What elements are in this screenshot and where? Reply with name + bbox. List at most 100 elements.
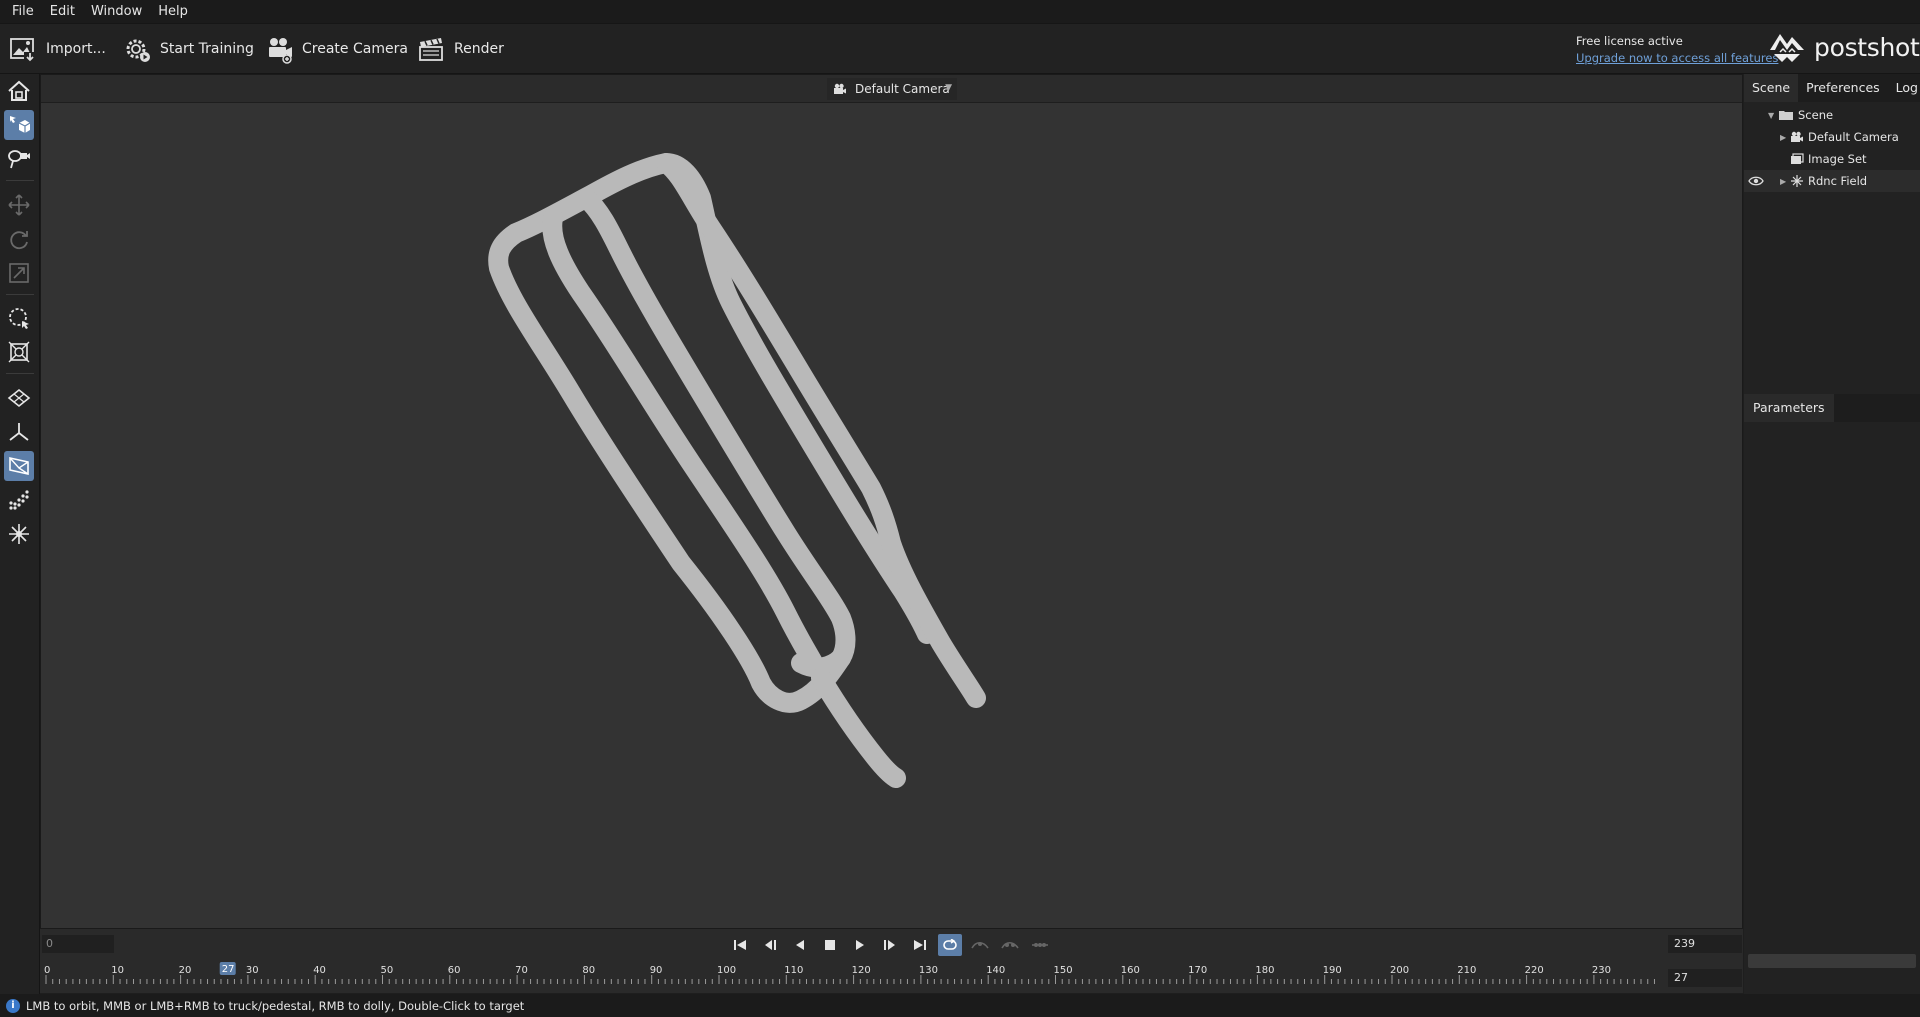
grid-toggle[interactable] — [4, 383, 34, 413]
tab-preferences[interactable]: Preferences — [1798, 74, 1888, 102]
home-tool[interactable] — [4, 76, 34, 106]
camera-icon — [1791, 131, 1803, 142]
timeline-tick-label: 10 — [111, 965, 124, 976]
image-stack-icon — [1791, 153, 1804, 164]
step-forward-button[interactable] — [878, 934, 902, 956]
postshot-logo: postshot — [1768, 30, 1920, 64]
jump-to-start-button[interactable] — [728, 934, 752, 956]
rotate-tool[interactable] — [4, 224, 34, 254]
move-tool[interactable] — [4, 190, 34, 220]
expand-triangle-icon[interactable]: ▼ — [1768, 111, 1778, 120]
point-cloud-toggle[interactable] — [4, 485, 34, 515]
rotate-icon — [10, 231, 28, 250]
tab-log[interactable]: Log — [1888, 74, 1920, 102]
step-back-icon — [765, 940, 776, 950]
camera-path-option-3[interactable] — [1028, 934, 1052, 956]
timeline-tick-label: 70 — [515, 965, 528, 976]
scale-icon — [9, 263, 29, 283]
tree-item-default-camera[interactable]: ▶ Default Camera — [1744, 126, 1920, 148]
stop-icon — [825, 940, 835, 950]
camera-frustum-toggle[interactable] — [4, 451, 34, 481]
timeline-tick-label: 80 — [582, 965, 595, 976]
timeline-tick-label: 150 — [1054, 965, 1073, 976]
play-icon — [856, 940, 864, 950]
point-cloud-icon — [9, 490, 29, 510]
collapse-triangle-icon[interactable]: ▶ — [1780, 177, 1790, 186]
timeline-tick-label: 170 — [1188, 965, 1207, 976]
step-back-button[interactable] — [758, 934, 782, 956]
chevron-down-icon: ▼ — [945, 83, 952, 93]
collapse-triangle-icon[interactable]: ▶ — [1780, 133, 1790, 142]
timeline-tick-label: 190 — [1323, 965, 1342, 976]
end-frame-field[interactable]: 239 — [1668, 935, 1742, 953]
timeline-tick-label: 120 — [852, 965, 871, 976]
timeline-tick-label: 220 — [1525, 965, 1544, 976]
license-info: Free license active Upgrade now to acces… — [1576, 33, 1778, 67]
import-label: Import... — [46, 41, 106, 57]
create-camera-button[interactable]: Create Camera — [264, 33, 408, 65]
box-select-tool[interactable] — [4, 337, 34, 367]
jump-to-end-button[interactable] — [908, 934, 932, 956]
loop-toggle[interactable] — [938, 934, 962, 956]
status-bar: i LMB to orbit, MMB or LMB+RMB to truck/… — [0, 994, 1920, 1017]
radiance-burst-icon — [9, 524, 29, 544]
lasso-select-icon — [9, 308, 29, 329]
rail-divider — [6, 373, 34, 374]
clapperboard-icon — [419, 38, 443, 61]
current-frame-field[interactable]: 27 — [1668, 969, 1742, 987]
import-button[interactable]: Import... — [8, 33, 106, 65]
play-reverse-icon — [796, 940, 804, 950]
lasso-select-tool[interactable] — [4, 303, 34, 333]
tree-item-rdnc-field[interactable]: ▶ Rdnc Field — [1744, 170, 1920, 192]
rail-divider — [6, 180, 34, 181]
trajectory-tail — [811, 668, 906, 788]
playhead[interactable]: 27 — [219, 962, 236, 975]
menu-help[interactable]: Help — [150, 4, 196, 19]
upgrade-link[interactable]: Upgrade now to access all features — [1576, 50, 1778, 67]
axes-toggle[interactable] — [4, 417, 34, 447]
menu-edit[interactable]: Edit — [42, 4, 83, 19]
camera-path-option-2[interactable] — [998, 934, 1022, 956]
tab-parameters[interactable]: Parameters — [1744, 394, 1834, 422]
license-status: Free license active — [1576, 34, 1683, 48]
timeline-tick-label: 130 — [919, 965, 938, 976]
select-object-tool[interactable] — [4, 110, 34, 140]
lasso-camera-icon — [8, 150, 30, 169]
movie-camera-icon — [269, 38, 292, 64]
lasso-camera-tool[interactable] — [4, 144, 34, 174]
tree-item-image-set[interactable]: Image Set — [1744, 148, 1920, 170]
create-camera-label: Create Camera — [302, 41, 408, 57]
tab-scene[interactable]: Scene — [1744, 74, 1799, 102]
start-frame-field[interactable]: 0 — [42, 935, 114, 953]
tree-item-scene[interactable]: ▼ Scene — [1744, 104, 1920, 126]
scale-tool[interactable] — [4, 258, 34, 288]
timeline-tick-label: 200 — [1390, 965, 1409, 976]
render-button[interactable]: Render — [416, 33, 504, 65]
timeline-ruler[interactable]: 0 10 20 30 40 50 60 70 80 90 100 110 120 130 140 150 160… — [40, 961, 1743, 993]
tree-item-label: Scene — [1798, 108, 1834, 122]
menu-window[interactable]: Window — [83, 4, 150, 19]
play-button[interactable] — [848, 934, 872, 956]
play-reverse-button[interactable] — [788, 934, 812, 956]
camera-dropdown[interactable]: Default Camera ▼ — [827, 78, 957, 100]
timeline-tick-label: 230 — [1592, 965, 1611, 976]
status-hint: LMB to orbit, MMB or LMB+RMB to truck/pe… — [26, 998, 525, 1013]
timeline-scale[interactable]: 0 10 20 30 40 50 60 70 80 90 100 110 120 130 140 150 160… — [40, 961, 1660, 993]
timeline-tick-label: 210 — [1457, 965, 1476, 976]
camera-path-icon — [1001, 941, 1019, 949]
training-progress-bar — [1748, 954, 1916, 968]
postshot-logo-icon — [1770, 34, 1804, 62]
eye-icon[interactable] — [1748, 175, 1764, 187]
timeline-tick-label: 60 — [448, 965, 461, 976]
folder-icon — [1779, 111, 1793, 120]
camera-path-option-1[interactable] — [968, 934, 992, 956]
radiance-field-toggle[interactable] — [4, 519, 34, 549]
start-training-button[interactable]: Start Training — [122, 33, 254, 65]
camera-frustum-icon — [9, 457, 29, 475]
stop-button[interactable] — [818, 934, 842, 956]
move-arrows-icon — [8, 194, 30, 216]
parameters-header: Parameters — [1744, 394, 1920, 422]
camera-dropdown-value: Default Camera — [855, 82, 950, 96]
3d-viewport[interactable]: Default Camera ▼ — [40, 74, 1743, 929]
menu-file[interactable]: File — [4, 4, 42, 19]
